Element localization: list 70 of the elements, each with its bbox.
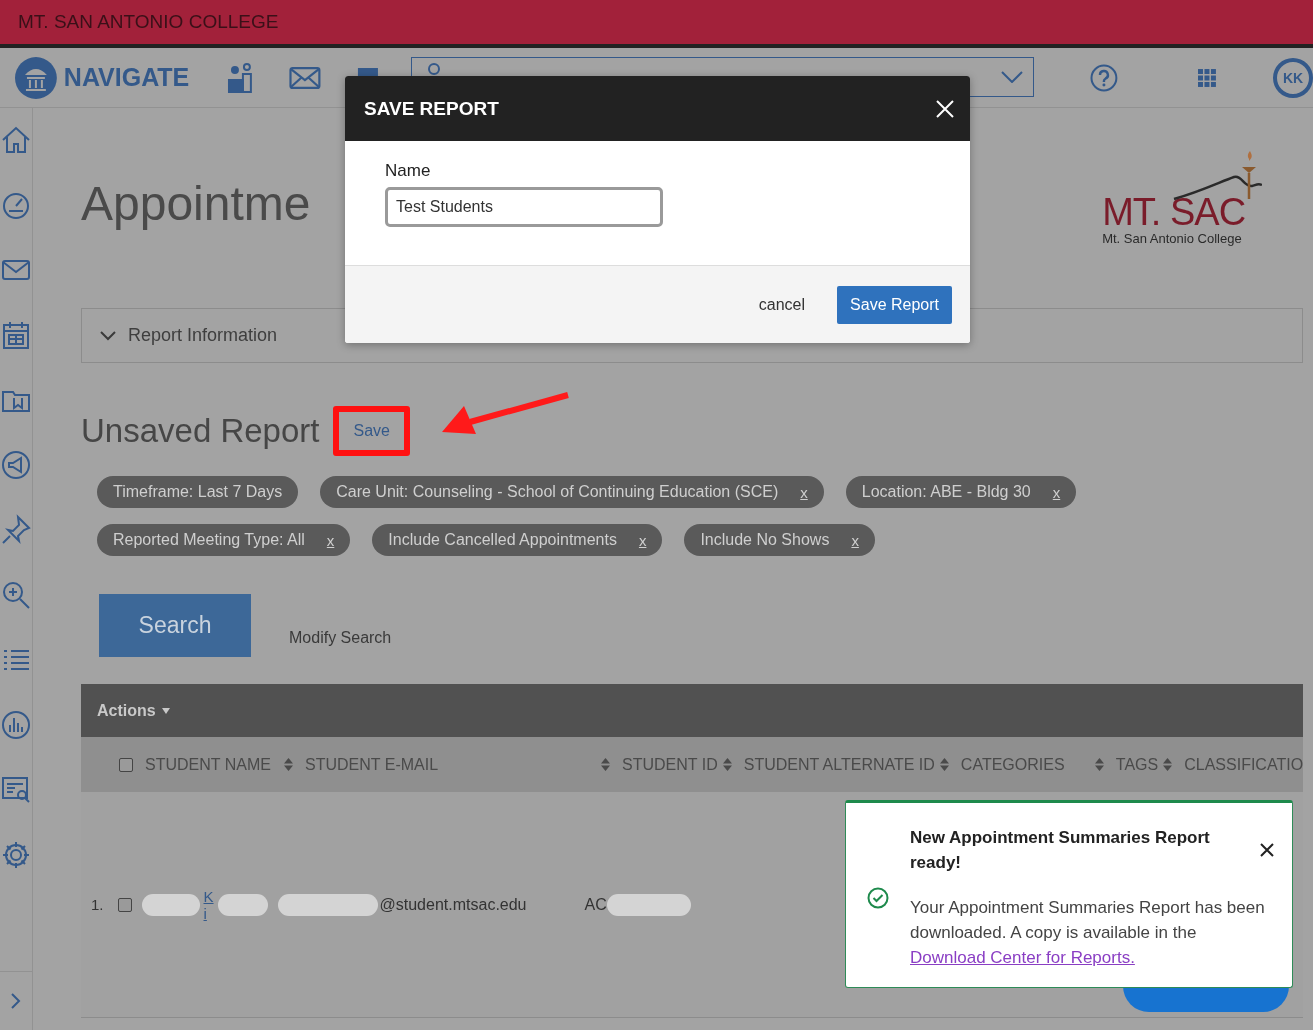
notification-title: New Appointment Summaries Report ready!: [910, 827, 1211, 874]
check-circle-icon: [867, 887, 889, 909]
brand-name: NAVIGATE: [63, 63, 190, 92]
column-header[interactable]: CATEGORIES: [960, 755, 1065, 774]
remove-filter-button[interactable]: x: [851, 531, 859, 549]
user-avatar[interactable]: KK: [1273, 57, 1313, 98]
row-number: 1.: [91, 896, 104, 913]
modify-search-link[interactable]: Modify Search: [289, 629, 392, 657]
mail-icon[interactable]: [289, 65, 321, 90]
table-cell: AC: [584, 895, 607, 914]
save-report-button[interactable]: Save Report: [837, 285, 952, 324]
sort-icon[interactable]: [601, 758, 610, 771]
calendar-icon[interactable]: [0, 319, 32, 351]
save-button[interactable]: Save: [345, 416, 398, 446]
table-cell: @student.mtsac.edu: [379, 895, 527, 914]
sort-icon[interactable]: [722, 758, 732, 771]
chevron-right-icon[interactable]: [10, 992, 22, 1010]
college-name: MT. SAN ANTONIO COLLEGE: [18, 11, 279, 33]
filter-label: Care Unit: Counseling - School of Continuing Education (SCE): [336, 483, 779, 501]
filter-label: Location: ABE - Bldg 30: [861, 483, 1031, 501]
caret-icon: [161, 707, 170, 714]
sort-icon[interactable]: [284, 758, 293, 771]
search-button[interactable]: Search: [99, 594, 251, 657]
sort-icon[interactable]: [939, 758, 949, 771]
sort-icon[interactable]: [1094, 758, 1104, 771]
logo-subtitle: Mt. San Antonio College: [1102, 230, 1242, 246]
remove-filter-button[interactable]: x: [326, 531, 335, 549]
filter-label: Timeframe: Last 7 Days: [113, 483, 283, 501]
sort-icon[interactable]: [1163, 758, 1173, 771]
column-header[interactable]: STUDENT ID: [622, 755, 718, 774]
close-icon[interactable]: [1260, 843, 1274, 857]
page-title: Appointme: [81, 175, 311, 231]
column-header[interactable]: TAGS: [1115, 755, 1159, 774]
name-input-field[interactable]: Test Students: [385, 187, 663, 227]
field-label: Name: [385, 161, 432, 181]
help-icon[interactable]: [1090, 63, 1119, 92]
home-icon[interactable]: [0, 124, 32, 156]
zoom-in-icon[interactable]: [0, 579, 32, 611]
column-header[interactable]: STUDENT NAME: [145, 755, 271, 774]
remove-filter-button[interactable]: x: [638, 531, 647, 549]
building-icon: [15, 56, 57, 99]
app-grid-icon[interactable]: [1198, 68, 1217, 87]
student-name-link[interactable]: K: [203, 887, 214, 905]
dialog-title: SAVE REPORT: [364, 97, 499, 120]
redaction-mark: [141, 893, 200, 916]
panel-label: Report Information: [128, 325, 278, 346]
student-name-link[interactable]: i: [203, 904, 214, 922]
row-checkbox[interactable]: [117, 897, 132, 912]
column-header[interactable]: CLASSIFICATIO: [1184, 755, 1304, 774]
remove-filter-button[interactable]: x: [1052, 483, 1061, 501]
download-center-link[interactable]: Download Center for Reports.: [910, 948, 1135, 967]
remove-filter-button[interactable]: x: [800, 483, 808, 501]
search-icon: [427, 62, 440, 75]
chevron-down-icon: [100, 330, 116, 341]
select-all-checkbox[interactable]: [119, 757, 133, 772]
pin-icon[interactable]: [0, 514, 32, 546]
chevron-down-icon[interactable]: [1001, 70, 1024, 83]
column-header[interactable]: STUDENT E-MAIL: [305, 755, 439, 774]
bar-chart-icon[interactable]: [0, 709, 32, 741]
filter-label: Include Cancelled Appointments: [388, 531, 617, 549]
report-title: Unsaved Report: [81, 412, 320, 450]
column-header[interactable]: STUDENT ALTERNATE ID: [743, 755, 935, 774]
actions-menu-button[interactable]: Actions: [97, 701, 170, 720]
filter-label: Reported Meeting Type: All: [113, 531, 305, 549]
redaction-mark: [217, 893, 268, 916]
notification-message: Your Appointment Summaries Report has been downloaded. A copy is available in the Download Center for Reports.: [910, 897, 1266, 969]
megaphone-icon[interactable]: [0, 449, 32, 481]
logo-wordmark: MT. SAC: [1102, 192, 1246, 231]
settings-icon[interactable]: [0, 839, 32, 871]
filter-label: Include No Shows: [700, 531, 830, 549]
